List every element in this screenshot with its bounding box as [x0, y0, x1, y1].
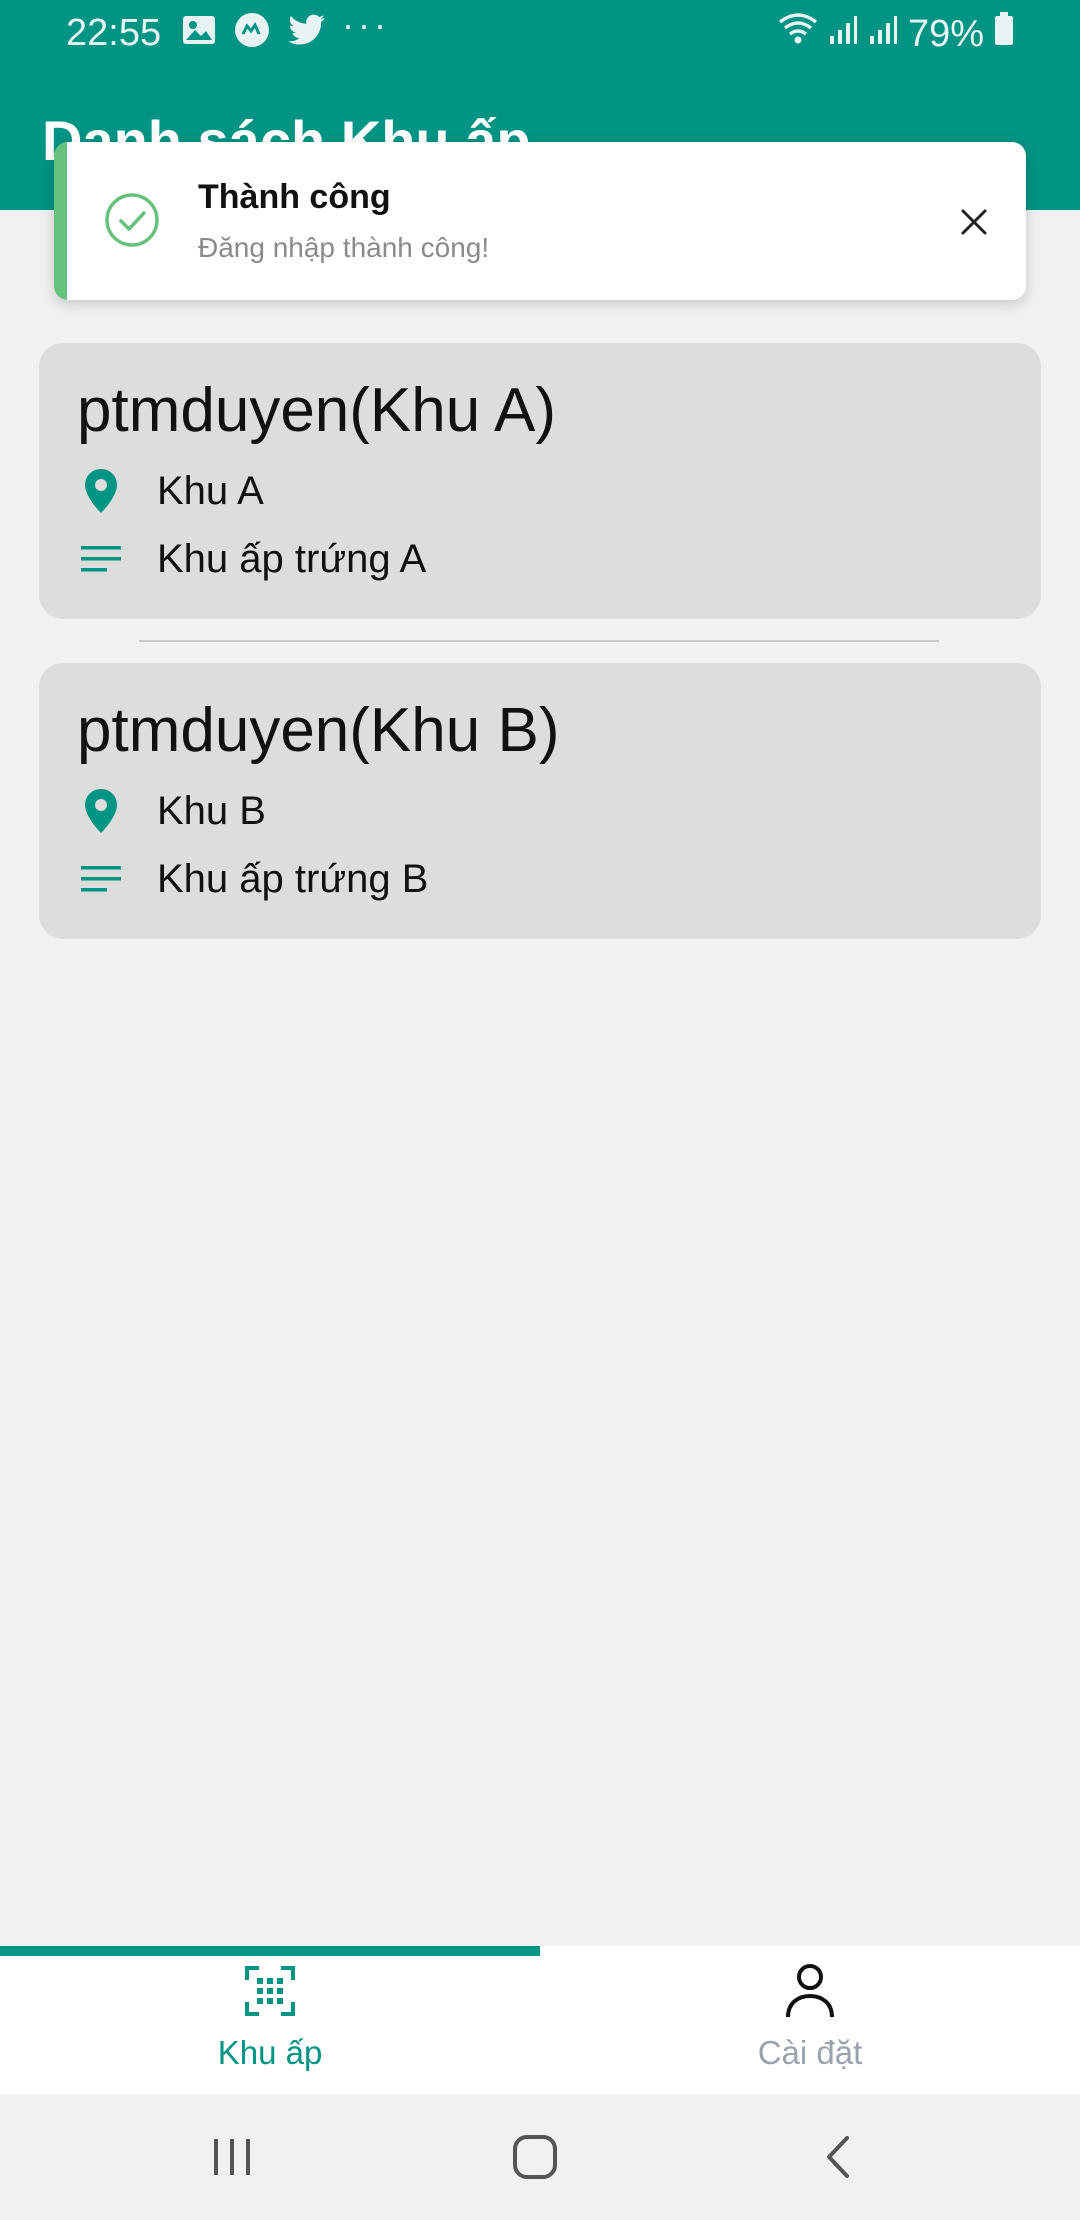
area-location-text: Khu B: [157, 788, 266, 833]
status-bar: 22:55 ··· 79%: [0, 0, 1080, 66]
check-circle-icon: [104, 192, 160, 253]
area-description-text: Khu ấp trứng B: [157, 856, 429, 901]
status-notification-icons: [182, 12, 326, 48]
tab-khu-ap[interactable]: Khu ấp: [0, 1946, 540, 2094]
area-description-row: Khu ấp trứng B: [77, 855, 428, 903]
list-lines-icon: [77, 855, 125, 903]
back-icon[interactable]: [778, 2094, 898, 2220]
qr-scan-icon: [243, 1964, 297, 2018]
messenger-icon: [234, 12, 270, 48]
area-card[interactable]: ptmduyen(Khu B) Khu B Khu ấp trứng B: [39, 663, 1041, 939]
recents-icon[interactable]: [172, 2094, 292, 2220]
close-icon[interactable]: [954, 202, 994, 242]
area-description-text: Khu ấp trứng A: [157, 536, 427, 581]
area-card-title: ptmduyen(Khu B): [77, 696, 560, 765]
location-pin-icon: [77, 467, 125, 515]
status-time: 22:55: [66, 12, 162, 54]
twitter-icon: [288, 14, 326, 46]
status-system-icons: 79%: [778, 12, 1014, 56]
list-divider: [139, 640, 939, 642]
wifi-icon: [778, 12, 818, 56]
location-pin-icon: [77, 787, 125, 835]
system-nav-bar: [0, 2094, 1080, 2220]
battery-percent: 79%: [907, 12, 984, 55]
toast-title: Thành công: [198, 178, 391, 216]
tab-label: Khu ấp: [217, 2034, 323, 2071]
toast-message: Đăng nhập thành công!: [198, 232, 490, 263]
area-location-row: Khu A: [77, 467, 264, 515]
tab-label: Cài đặt: [757, 2034, 863, 2071]
tab-cai-dat[interactable]: Cài đặt: [540, 1946, 1080, 2094]
area-description-row: Khu ấp trứng A: [77, 535, 426, 583]
image-icon: [182, 15, 216, 45]
bottom-tab-bar: Khu ấp Cài đặt: [0, 1946, 1080, 2094]
area-card[interactable]: ptmduyen(Khu A) Khu A Khu ấp trứng A: [39, 343, 1041, 619]
signal-icon: [828, 13, 858, 56]
area-card-title: ptmduyen(Khu A): [77, 376, 557, 445]
status-overflow: ···: [342, 4, 390, 45]
signal-icon: [868, 13, 898, 56]
area-location-row: Khu B: [77, 787, 266, 835]
list-lines-icon: [77, 535, 125, 583]
battery-icon: [994, 12, 1014, 56]
person-icon: [783, 1964, 837, 2018]
success-toast: Thành công Đăng nhập thành công!: [54, 142, 1026, 300]
toast-accent-bar: [54, 142, 67, 300]
home-icon[interactable]: [475, 2094, 595, 2220]
area-location-text: Khu A: [157, 468, 264, 513]
